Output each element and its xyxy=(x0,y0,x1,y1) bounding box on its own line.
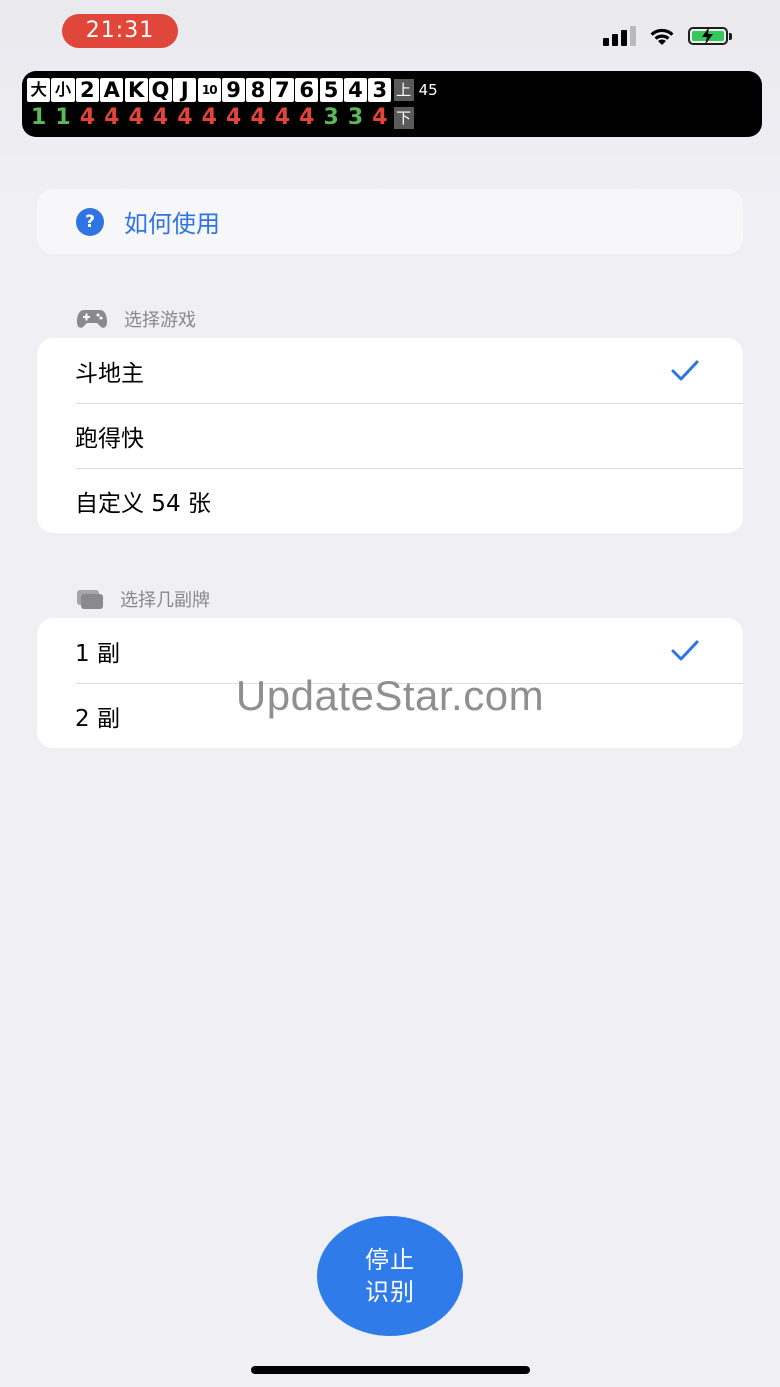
option-label: 自定义 54 张 xyxy=(75,490,211,517)
option-item[interactable]: 斗地主 xyxy=(37,338,743,403)
wifi-icon xyxy=(650,28,674,45)
card-remaining-count: 4 xyxy=(299,105,315,130)
card-rank: 2 xyxy=(75,78,99,102)
game-section-title: 选择游戏 xyxy=(124,310,196,331)
card-remaining-count: 1 xyxy=(55,105,71,130)
card-rank: Q xyxy=(148,78,173,102)
card-rank: 3 xyxy=(368,78,392,102)
card-remaining-count: 4 xyxy=(274,105,290,130)
watermark: UpdateStar.com xyxy=(235,672,545,719)
card-remaining-count: 4 xyxy=(201,105,217,130)
charging-bolt-icon xyxy=(702,27,713,45)
card-remaining-count: 4 xyxy=(128,105,144,130)
card-rank: J xyxy=(173,78,197,102)
option-item[interactable]: 自定义 54 张 xyxy=(37,468,743,533)
card-count-row: 114444444444334下 xyxy=(27,104,762,132)
battery-icon xyxy=(688,27,732,45)
card-rank: 9 xyxy=(222,78,246,102)
card-rank: 小 xyxy=(51,78,75,102)
card-remaining-count: 4 xyxy=(79,105,95,130)
how-to-use-label: 如何使用 xyxy=(124,210,220,238)
how-to-use-button[interactable]: ? 如何使用 xyxy=(37,189,743,254)
card-rank: 大 xyxy=(27,78,51,102)
card-rank: A xyxy=(100,78,124,102)
card-remaining-count: 1 xyxy=(30,105,47,130)
card-rank: 4 xyxy=(343,78,368,102)
option-label: 斗地主 xyxy=(75,360,144,387)
cellular-signal-icon xyxy=(603,26,636,46)
card-remaining-count: 4 xyxy=(372,105,388,130)
lower-player-tag: 下 xyxy=(393,107,414,129)
game-options-list: 斗地主跑得快自定义 54 张 xyxy=(37,338,743,533)
stop-recognition-button[interactable]: 停止 识别 xyxy=(317,1216,463,1336)
card-rank: 6 xyxy=(295,78,319,102)
card-remaining-count: 4 xyxy=(152,105,169,130)
card-rank: 8 xyxy=(246,78,270,102)
stop-button-line2: 识别 xyxy=(365,1278,415,1306)
upper-player-tag: 上 xyxy=(393,79,414,101)
card-rank: 10 xyxy=(197,78,221,102)
home-indicator[interactable] xyxy=(251,1366,530,1374)
checkmark-icon xyxy=(671,640,699,660)
option-label: 跑得快 xyxy=(75,425,144,452)
card-rank: 7 xyxy=(270,78,294,102)
stop-button-line1: 停止 xyxy=(365,1246,415,1274)
card-remaining-count: 4 xyxy=(250,105,266,130)
deck-section-title: 选择几副牌 xyxy=(120,590,210,611)
question-icon: ? xyxy=(76,207,104,236)
card-remaining-count: 4 xyxy=(104,105,120,130)
card-remaining-count: 4 xyxy=(177,105,193,130)
card-remaining-count: 4 xyxy=(225,105,242,130)
option-label: 1 副 xyxy=(75,640,120,667)
status-icons xyxy=(603,24,732,48)
gamepad-icon xyxy=(77,310,107,328)
remaining-count: 45 xyxy=(418,81,438,99)
card-rank: K xyxy=(124,78,148,102)
cards-stack-icon xyxy=(77,590,103,609)
card-rank-row: 大小 2 A K Q J 10 9 8 7 6 5 4 3 上 45 xyxy=(27,76,762,104)
card-remaining-count: 3 xyxy=(347,105,364,130)
option-item[interactable]: 跑得快 xyxy=(37,403,743,468)
deck-section-header: 选择几副牌 xyxy=(76,586,210,612)
card-remaining-count: 3 xyxy=(323,105,339,130)
card-rank: 5 xyxy=(319,78,343,102)
status-time[interactable]: 21:31 xyxy=(62,14,178,48)
card-counter: 大小 2 A K Q J 10 9 8 7 6 5 4 3 上 45 114444444444334下 xyxy=(22,71,762,137)
game-section-header: 选择游戏 xyxy=(76,306,196,332)
checkmark-icon xyxy=(671,360,699,380)
